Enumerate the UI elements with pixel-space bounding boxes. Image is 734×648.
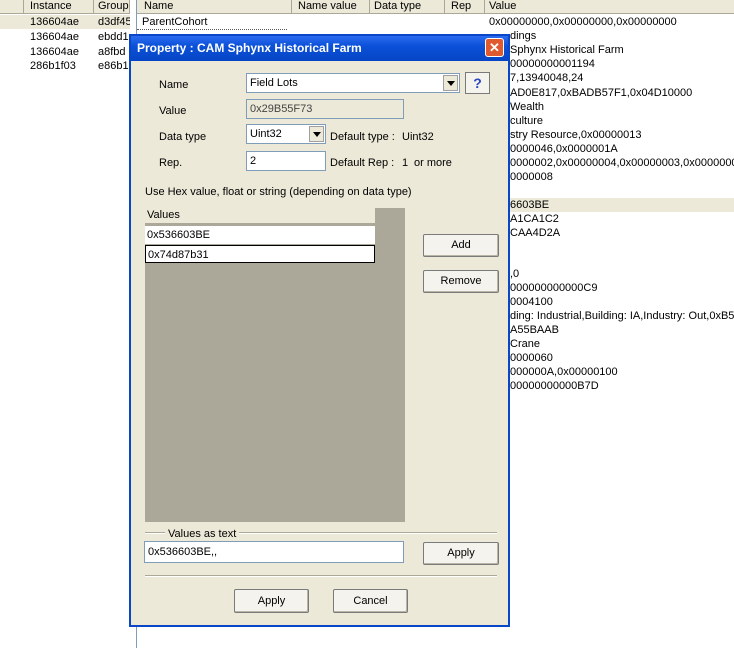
property-dialog: Property : CAM Sphynx Historical Farm ✕ … <box>129 34 510 627</box>
rep-input[interactable]: 2 <box>246 151 326 171</box>
values-as-text-input[interactable]: 0x536603BE,, <box>144 541 404 563</box>
name-label: Name <box>159 79 189 91</box>
value-cell: 000000000000C9 <box>510 282 598 294</box>
default-rep-value: 1 <box>402 157 409 169</box>
value-cell: 0004100 <box>510 296 553 308</box>
instance-list[interactable]: Instance Group 136604ae d3df45 136604ae … <box>0 0 130 648</box>
value-cell: dings <box>510 30 537 42</box>
chevron-down-icon[interactable] <box>309 126 324 142</box>
help-icon: ? <box>473 75 482 91</box>
value-cell: 0x00000000,0x00000000,0x00000000 <box>489 16 677 28</box>
value-cell: A55BAAB <box>510 324 559 336</box>
value-field: 0x29B55F73 <box>246 99 404 119</box>
col-header-blank[interactable] <box>0 0 24 13</box>
col-header-rep[interactable]: Rep <box>445 0 485 13</box>
table-row[interactable]: 286b1f03 e86b1 <box>0 59 130 73</box>
dialog-title: Property : CAM Sphynx Historical Farm <box>137 41 362 55</box>
hint-text: Use Hex value, float or string (dependin… <box>145 186 412 198</box>
dialog-titlebar[interactable]: Property : CAM Sphynx Historical Farm ✕ <box>131 36 508 61</box>
datatype-dropdown-value: Uint32 <box>250 128 282 140</box>
value-cell: AD0E817,0xBADB57F1,0x04D10000 <box>510 87 693 99</box>
value-cell: Wealth <box>510 101 545 113</box>
group-cell: a8fbd <box>98 46 126 58</box>
value-label: Value <box>159 105 187 117</box>
values-as-text-value: 0x536603BE,, <box>148 546 218 558</box>
value-cell: A1CA1C2 <box>510 213 559 225</box>
instance-cell: 136604ae <box>30 31 79 43</box>
property-list-header: Name Name value Data type Rep Value <box>137 0 734 14</box>
close-button[interactable]: ✕ <box>485 38 504 57</box>
cancel-button[interactable]: Cancel <box>333 589 408 613</box>
list-item[interactable]: 0x536603BE <box>145 226 375 244</box>
chevron-down-icon[interactable] <box>443 75 458 91</box>
footer-divider <box>145 575 497 577</box>
apply-text-button[interactable]: Apply <box>423 542 499 565</box>
value-cell: 000000A,0x00000100 <box>510 366 618 378</box>
value-field-text: 0x29B55F73 <box>250 103 313 115</box>
value-cell: 00000000000B7D <box>510 380 599 392</box>
table-row[interactable]: 136604ae ebdd1 <box>0 30 130 44</box>
value-cell: 7,13940048,24 <box>510 72 584 84</box>
value-cell: Sphynx Historical Farm <box>510 44 624 56</box>
value-cell: stry Resource,0x00000013 <box>510 129 642 141</box>
value-cell: 0000060 <box>510 352 553 364</box>
values-as-text-label: Values as text <box>165 528 240 540</box>
instance-cell: 136604ae <box>30 16 79 28</box>
instance-cell: 286b1f03 <box>30 60 76 72</box>
close-icon: ✕ <box>489 40 500 55</box>
row-focus-line <box>137 29 287 30</box>
values-header[interactable]: Values <box>145 208 375 224</box>
group-cell: e86b1 <box>98 60 129 72</box>
group-cell: d3df45 <box>98 16 130 28</box>
table-row[interactable]: 136604ae a8fbd <box>0 45 130 59</box>
instance-cell: 136604ae <box>30 46 79 58</box>
col-header-name[interactable]: Name <box>137 0 292 13</box>
value-cell: 6603BE <box>510 199 550 211</box>
col-header-name-value[interactable]: Name value <box>292 0 370 13</box>
help-button[interactable]: ? <box>465 72 490 94</box>
add-button[interactable]: Add <box>423 234 499 257</box>
list-item-selected[interactable]: 0x74d87b31 <box>145 245 375 263</box>
remove-button[interactable]: Remove <box>423 270 499 293</box>
default-type-value: Uint32 <box>402 131 434 143</box>
col-header-value[interactable]: Value <box>485 0 734 13</box>
value-cell: 00000000001194 <box>510 58 595 70</box>
default-rep-label: Default Rep : <box>330 157 395 169</box>
default-type-label: Default type : <box>330 131 395 143</box>
group-cell: ebdd1 <box>98 31 129 43</box>
value-cell: culture <box>510 115 544 127</box>
value-cell: 0000046,0x0000001A <box>510 143 618 155</box>
rep-label: Rep. <box>159 157 183 169</box>
col-header-instance[interactable]: Instance <box>24 0 94 13</box>
value-cell: ,0 <box>510 268 520 280</box>
rep-input-value: 2 <box>250 155 257 167</box>
value-cell: 0000002,0x00000004,0x00000003,0x00000000 <box>510 157 734 169</box>
value-cell: ding: Industrial,Building: IA,Industry: … <box>510 310 734 322</box>
name-dropdown-value: Field Lots <box>250 77 298 89</box>
apply-button[interactable]: Apply <box>234 589 309 613</box>
default-rep-suffix: or more <box>414 157 452 169</box>
values-list[interactable]: Values 0x536603BE 0x74d87b31 <box>145 208 405 522</box>
value-cell: 0000008 <box>510 171 553 183</box>
col-header-data-type[interactable]: Data type <box>370 0 445 13</box>
value-cell: Crane <box>510 338 540 350</box>
name-dropdown[interactable]: Field Lots <box>246 73 460 93</box>
instance-list-header: Instance Group <box>0 0 130 14</box>
table-row[interactable]: 136604ae d3df45 <box>0 15 130 29</box>
col-header-group[interactable]: Group <box>94 0 130 13</box>
property-name-cell: ParentCohort <box>142 16 208 28</box>
datatype-label: Data type <box>159 131 207 143</box>
datatype-dropdown[interactable]: Uint32 <box>246 124 326 144</box>
value-cell: CAA4D2A <box>510 227 561 239</box>
